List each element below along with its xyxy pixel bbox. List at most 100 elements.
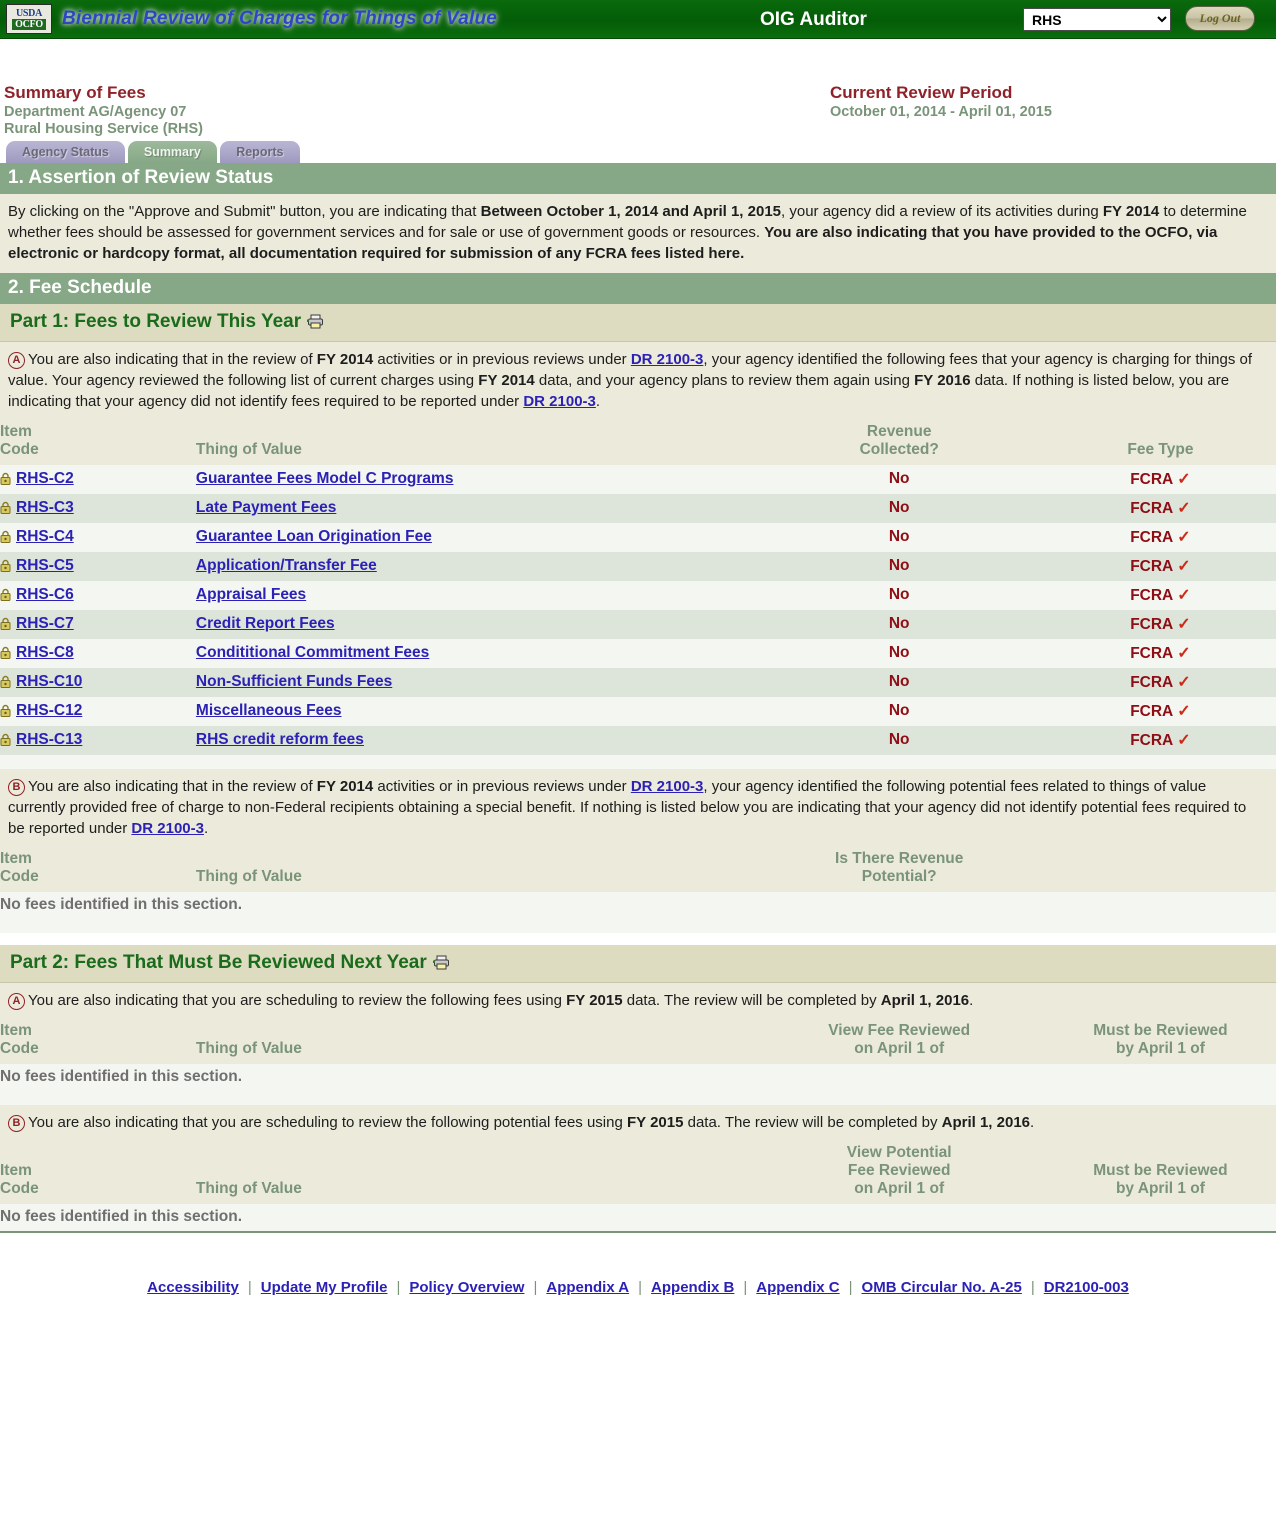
footer-separator: | [1030,1279,1035,1296]
lock-icon [0,530,11,543]
p1a-t2: activities or in previous reviews under [373,351,631,368]
p1a-t6: . [595,393,601,410]
footer-link[interactable]: Appendix C [756,1279,839,1296]
p2b-t1: You are also indicating that you are sch… [28,1114,627,1131]
fee-type-label: FCRA [1130,732,1174,749]
table-row: RHS-C6 Appraisal Fees No FCRA ✓ [0,581,1276,610]
col-item-code-line2: Code [0,1040,39,1057]
tab-reports[interactable]: Reports [219,141,300,163]
item-code-link[interactable]: RHS-C10 [16,673,82,690]
dr-2100-3-link[interactable]: DR 2100-3 [131,820,204,837]
part-2-title: Part 2: Fees That Must Be Reviewed Next … [10,952,427,973]
agency-select[interactable]: RHS [1023,8,1171,31]
p1b-b1: FY 2014 [316,778,374,795]
col-view-line2: on April 1 of [854,1040,945,1057]
footer-link[interactable]: Appendix A [546,1279,629,1296]
col-revenue-collected: Revenue Collected? [753,421,1045,465]
assertion-text-1: By clicking on the "Approve and Submit" … [8,203,481,220]
fee-type-label: FCRA [1130,645,1174,662]
item-code-link[interactable]: RHS-C3 [16,499,74,516]
cell-item-code: RHS-C2 [0,465,196,494]
cell-item-code: RHS-C7 [0,610,196,639]
table-header-row: Item Code Thing of Value Revenue Collect… [0,421,1276,465]
thing-of-value-link[interactable]: Late Payment Fees [196,499,336,516]
review-period-title: Current Review Period [830,83,1013,102]
footer-link[interactable]: Policy Overview [409,1279,524,1296]
empty-state-row: No fees identified in this section. [0,1204,1276,1231]
part-2-a-text: A You are also indicating that you are sc… [0,983,1276,1020]
item-code-link[interactable]: RHS-C8 [16,644,74,661]
check-icon: ✓ [1177,703,1191,720]
printer-icon[interactable] [307,313,324,329]
footer-separator: | [638,1279,643,1296]
cell-item-code: RHS-C12 [0,697,196,726]
dr-2100-3-link[interactable]: DR 2100-3 [631,778,704,795]
item-code-link[interactable]: RHS-C4 [16,528,74,545]
item-code-link[interactable]: RHS-C7 [16,615,74,632]
lock-icon [0,501,11,514]
assertion-text: By clicking on the "Approve and Submit" … [0,194,1276,273]
col-view-fee-reviewed: View Fee Reviewed on April 1 of [753,1020,1045,1064]
part-1-a-text: A You are also indicating that in the rev… [0,342,1276,421]
tab-summary[interactable]: Summary [127,141,217,163]
cell-revenue-collected: No [888,673,910,690]
col-revenue-line1: Revenue [866,423,932,440]
lock-icon [0,646,11,659]
user-role-label: OIG Auditor [760,9,867,30]
part-1-a-table-spacer [0,755,1276,769]
dr-2100-3-link[interactable]: DR 2100-3 [631,351,704,368]
thing-of-value-link[interactable]: Credit Report Fees [196,615,335,632]
footer-link[interactable]: DR2100-003 [1044,1279,1129,1296]
footer-link[interactable]: Appendix B [651,1279,734,1296]
footer-link[interactable]: Accessibility [147,1279,239,1296]
logout-button[interactable]: Log Out [1185,6,1255,31]
table-header-row: Item Code Thing of Value View Potential … [0,1142,1276,1204]
p2b-t3: . [1030,1114,1035,1131]
dr-2100-3-link[interactable]: DR 2100-3 [523,393,596,410]
usda-logo-line1: USDA [15,8,43,19]
check-icon: ✓ [1177,529,1191,546]
item-code-link[interactable]: RHS-C2 [16,470,74,487]
col-must-line1: Must be Reviewed [1093,1162,1228,1179]
footer-link[interactable]: OMB Circular No. A-25 [862,1279,1022,1296]
col-view-line1: View Fee Reviewed [828,1022,971,1039]
thing-of-value-link[interactable]: Condititional Commitment Fees [196,644,429,661]
col-must-line2: by April 1 of [1115,1180,1205,1197]
table-header-row: Item Code Thing of Value Is There Revenu… [0,848,1276,892]
empty-state-message: No fees identified in this section. [0,1064,1276,1091]
thing-of-value-link[interactable]: Non-Sufficient Funds Fees [196,673,392,690]
thing-of-value-link[interactable]: Guarantee Loan Origination Fee [196,528,432,545]
fee-type-label: FCRA [1130,471,1174,488]
col-view-line3: on April 1 of [854,1180,945,1197]
col-must-line2: by April 1 of [1115,1040,1205,1057]
cell-item-code: RHS-C8 [0,639,196,668]
item-code-link[interactable]: RHS-C12 [16,702,82,719]
usda-ocfo-logo: USDA OCFO [6,4,52,34]
col-item-code-line1: Item [0,1022,32,1039]
thing-of-value-link[interactable]: RHS credit reform fees [196,731,364,748]
part-2-b-table-head: Item Code Thing of Value View Potential … [0,1142,1276,1204]
item-code-link[interactable]: RHS-C5 [16,557,74,574]
footer-link[interactable]: Update My Profile [261,1279,388,1296]
col-revenue-line2: Collected? [859,441,939,458]
marker-a-icon: A [8,352,25,369]
assertion-bold-2: FY 2014 [1102,203,1160,220]
thing-of-value-link[interactable]: Appraisal Fees [196,586,306,603]
usda-logo-line2: OCFO [12,19,46,30]
cell-revenue-collected: No [888,731,910,748]
printer-icon[interactable] [432,954,450,970]
item-code-link[interactable]: RHS-C6 [16,586,74,603]
thing-of-value-link[interactable]: Application/Transfer Fee [196,557,377,574]
thing-of-value-link[interactable]: Guarantee Fees Model C Programs [196,470,454,487]
lock-icon [0,617,11,630]
tab-agency-status[interactable]: Agency Status [6,141,125,163]
col-thing-of-value: Thing of Value [195,848,754,892]
cell-fee-type: FCRA ✓ [1045,581,1276,610]
cell-item-code: RHS-C4 [0,523,196,552]
lock-icon [0,588,11,601]
item-code-link[interactable]: RHS-C13 [16,731,82,748]
lock-icon [0,733,11,746]
thing-of-value-link[interactable]: Miscellaneous Fees [196,702,342,719]
col-revenue-potential: Is There Revenue Potential? [753,848,1045,892]
check-icon: ✓ [1177,500,1191,517]
